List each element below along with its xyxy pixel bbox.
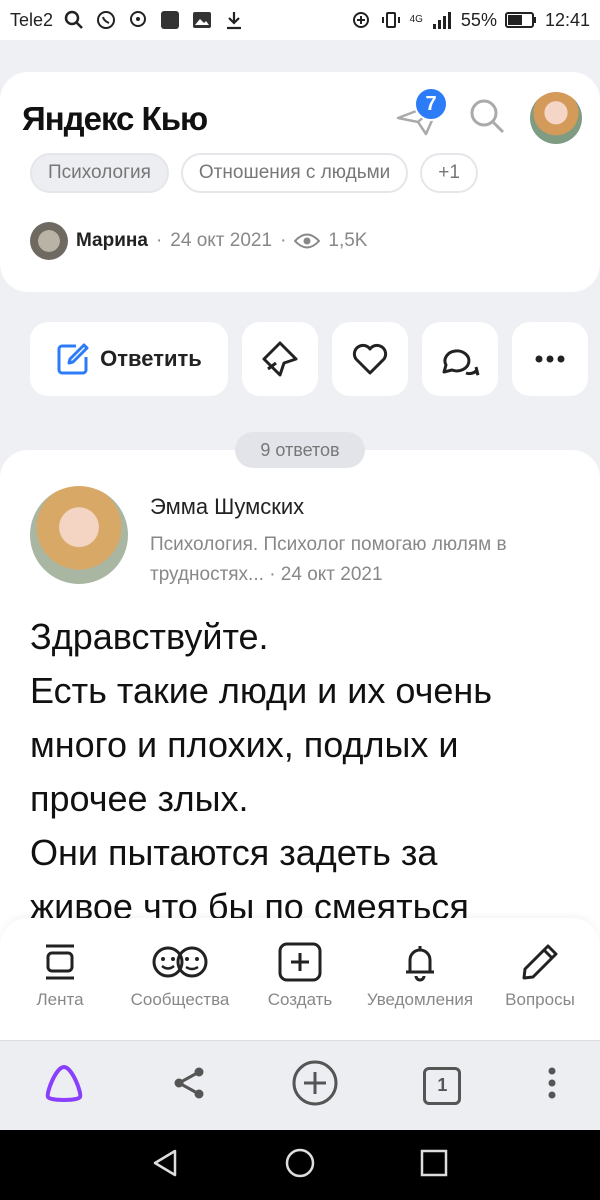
separator-dot: · xyxy=(269,564,281,585)
answer-author-avatar[interactable] xyxy=(30,486,128,584)
create-icon xyxy=(278,942,322,982)
tabs-button[interactable]: 1 xyxy=(423,1066,462,1105)
home-circle-icon xyxy=(285,1148,315,1177)
nav-label: Уведомления xyxy=(366,990,474,1009)
search-icon xyxy=(470,99,505,133)
more-button[interactable] xyxy=(512,322,588,396)
vertical-dots-icon xyxy=(548,1067,556,1099)
clock: 12:41 xyxy=(544,9,590,30)
share-page-button[interactable] xyxy=(171,1065,207,1106)
nav-label: Вопросы xyxy=(505,990,575,1009)
answer-author-bio: Психология. Психолог помогаю люлям в тру… xyxy=(150,530,570,590)
bell-icon xyxy=(406,946,434,982)
answers-count-pill: 9 ответов xyxy=(235,432,365,468)
recents-button[interactable] xyxy=(419,1148,449,1183)
data-saver-icon xyxy=(350,9,372,31)
paper-plane-icon xyxy=(262,341,298,377)
answer-author-name[interactable]: Эмма Шумских xyxy=(150,494,304,520)
question-meta: Марина · 24 окт 2021 · 1,5K xyxy=(30,222,367,260)
app-icon xyxy=(127,9,149,31)
recents-square-icon xyxy=(420,1149,447,1176)
plus-circle-icon xyxy=(292,1060,338,1106)
answer-card: Эмма Шумских Психология. Психолог помога… xyxy=(0,450,600,950)
nav-communities[interactable]: Сообщества xyxy=(121,942,239,1010)
user-avatar[interactable] xyxy=(530,92,582,144)
answer-line: Есть такие люди и их очень xyxy=(30,670,493,711)
vibrate-icon xyxy=(380,9,402,31)
answer-button-label: Ответить xyxy=(100,346,202,371)
back-button[interactable] xyxy=(151,1148,181,1183)
nav-label: Сообщества xyxy=(130,990,230,1009)
new-tab-button[interactable] xyxy=(291,1059,339,1112)
signal-icon xyxy=(431,9,453,31)
status-bar: Tele2 4G 55% 12:41 xyxy=(0,0,600,40)
answer-line: Здравствуйте. xyxy=(30,616,269,657)
nav-notifications[interactable]: Уведомления xyxy=(361,942,479,1010)
comments-icon xyxy=(442,349,480,376)
notification-badge: 7 xyxy=(414,87,448,121)
separator-dot: · xyxy=(155,230,163,251)
comments-button[interactable] xyxy=(422,322,498,396)
more-dots-icon xyxy=(535,355,565,363)
question-actions: Ответить xyxy=(30,322,588,396)
nav-questions[interactable]: Вопросы xyxy=(481,942,599,1010)
nav-create[interactable]: Создать xyxy=(241,942,359,1010)
alice-button[interactable] xyxy=(42,1063,86,1108)
views-count: 1,5K xyxy=(328,230,368,251)
tabs-count: 1 xyxy=(437,1075,448,1095)
answer-button[interactable]: Ответить xyxy=(30,322,228,396)
square-app-icon xyxy=(159,9,181,31)
battery-percent: 55% xyxy=(460,9,497,30)
nav-feed[interactable]: Лента xyxy=(1,942,119,1010)
nav-label: Создать xyxy=(267,990,333,1009)
browser-menu-button[interactable] xyxy=(546,1065,558,1106)
heart-icon xyxy=(352,343,388,375)
share-icon xyxy=(174,1067,204,1099)
download-icon xyxy=(223,9,245,31)
edit-icon xyxy=(57,343,89,375)
question-author[interactable]: Марина xyxy=(76,230,148,252)
separator-dot: · xyxy=(280,230,287,251)
feed-icon xyxy=(46,944,74,980)
tag-relationships[interactable]: Отношения с людьми xyxy=(180,153,409,193)
search-icon xyxy=(63,9,85,31)
like-button[interactable] xyxy=(332,322,408,396)
messages-button[interactable]: 7 xyxy=(394,87,448,143)
tag-psychology[interactable]: Психология xyxy=(30,153,169,193)
author-avatar[interactable] xyxy=(30,222,68,260)
battery-icon xyxy=(504,9,537,31)
answer-line: прочее злых. xyxy=(30,778,249,819)
home-button[interactable] xyxy=(284,1147,316,1184)
pencil-icon xyxy=(522,944,558,980)
bottom-navigation: Лента Сообщества Создать Уведомления Воп… xyxy=(0,918,600,1040)
network-type-label: 4G xyxy=(409,14,423,25)
answer-text: Здравствуйте. Есть такие люди и их очень… xyxy=(30,610,590,934)
eye-icon xyxy=(294,233,321,249)
whatsapp-icon xyxy=(95,9,117,31)
logo-text: Яндекс Кью xyxy=(22,100,208,137)
browser-toolbar: 1 xyxy=(0,1040,600,1130)
nav-label: Лента xyxy=(36,990,84,1009)
back-triangle-icon xyxy=(154,1149,177,1176)
answer-date: 24 окт 2021 xyxy=(280,564,383,585)
tag-more[interactable]: +1 xyxy=(420,153,478,193)
yandex-q-logo[interactable]: Яндекс Кью xyxy=(22,100,208,138)
share-button[interactable] xyxy=(242,322,318,396)
system-navigation-bar xyxy=(0,1130,600,1200)
question-date: 24 окт 2021 xyxy=(170,230,273,251)
answer-line: Они пытаются задеть за xyxy=(30,832,438,873)
search-button[interactable] xyxy=(468,97,506,140)
alice-icon xyxy=(45,1065,83,1102)
question-tags: Психология Отношения с людьми +1 xyxy=(30,153,478,193)
carrier-label: Tele2 xyxy=(10,9,54,30)
gallery-icon xyxy=(191,9,213,31)
answer-line: много и плохих, подлых и xyxy=(30,724,459,765)
communities-icon xyxy=(152,946,208,978)
